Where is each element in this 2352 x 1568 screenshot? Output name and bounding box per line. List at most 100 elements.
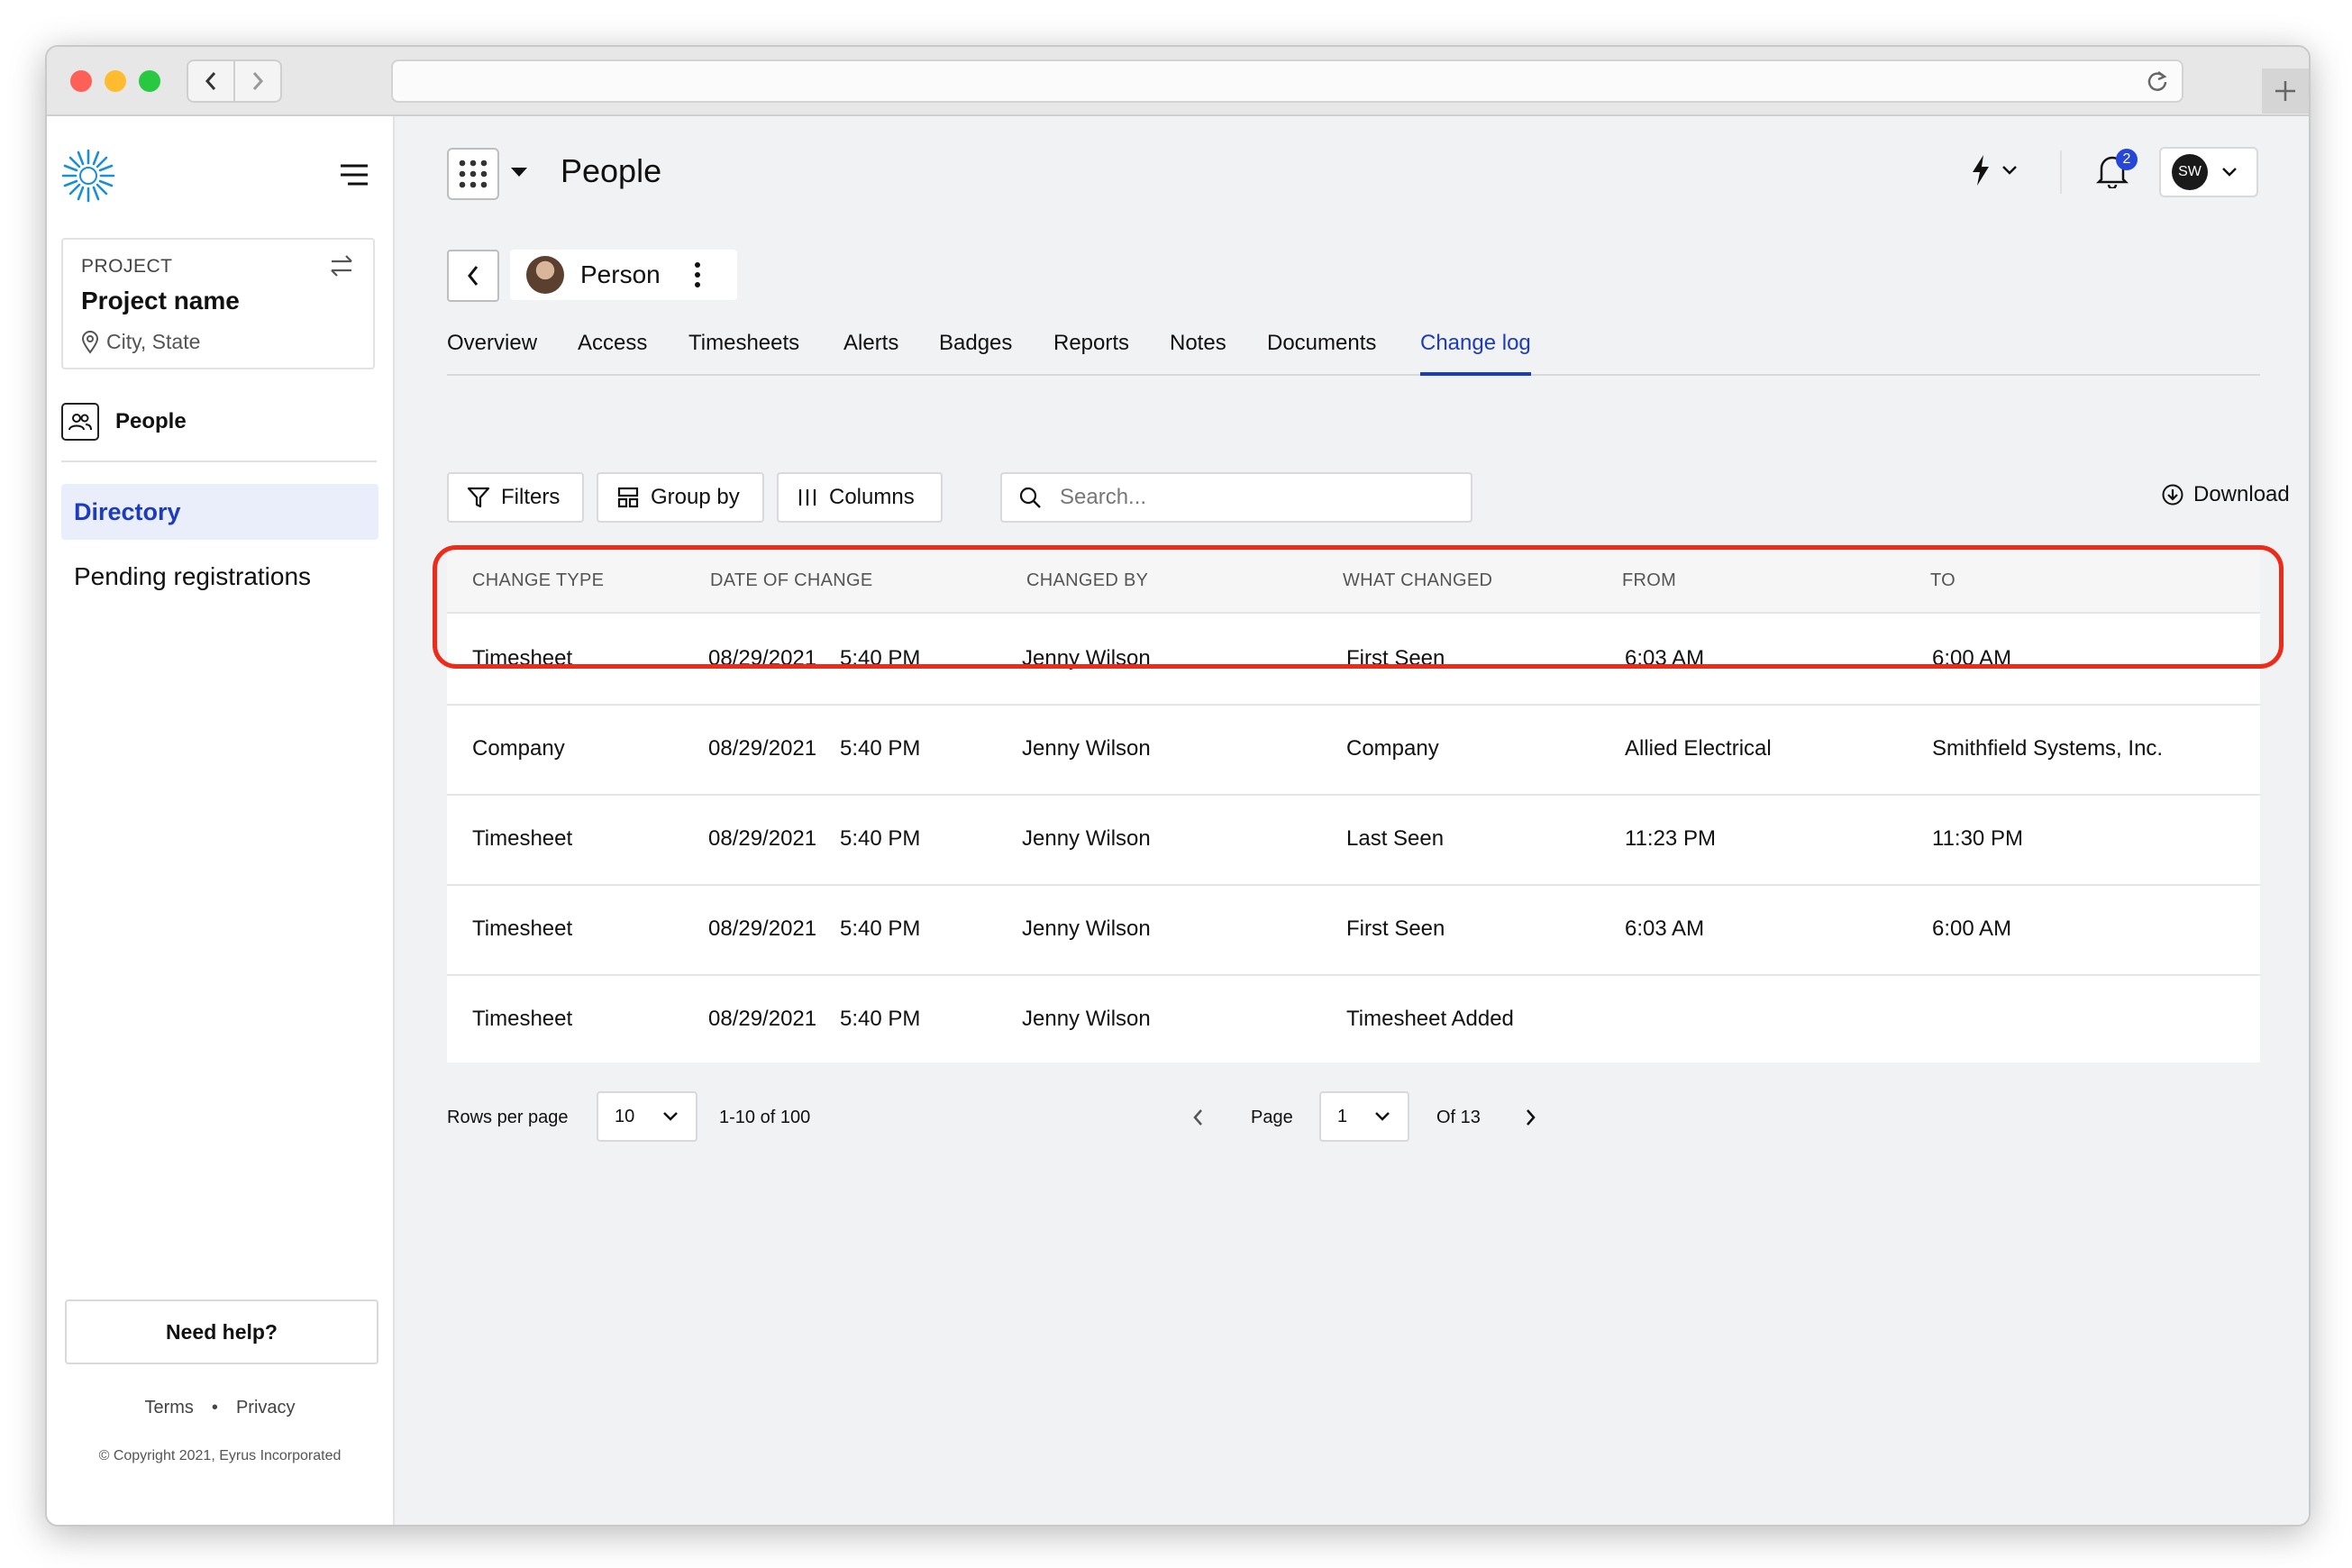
- cell-time: 5:40 PM: [840, 916, 921, 941]
- cell-time: 5:40 PM: [840, 826, 921, 851]
- columns-icon: [798, 489, 816, 506]
- column-header-change-type[interactable]: CHANGE TYPE: [472, 570, 604, 591]
- swap-icon: [331, 255, 352, 277]
- user-menu-button[interactable]: SW: [2159, 147, 2258, 197]
- new-tab-button[interactable]: [2262, 68, 2309, 114]
- filter-icon: [467, 487, 490, 508]
- cell-changed-by: Jenny Wilson: [1022, 1007, 1151, 1031]
- search-input[interactable]: [1058, 484, 1440, 511]
- cell-time: 5:40 PM: [840, 1007, 921, 1031]
- project-switcher[interactable]: PROJECT Project name City, State: [61, 238, 375, 369]
- group-by-label: Group by: [651, 485, 740, 509]
- tab-change-log[interactable]: Change log: [1420, 331, 1531, 376]
- table-header: CHANGE TYPE DATE OF CHANGE CHANGED BY WH…: [447, 547, 2260, 614]
- reload-icon[interactable]: [2146, 69, 2169, 93]
- tab-timesheets[interactable]: Timesheets: [688, 331, 799, 372]
- download-icon: [2162, 484, 2183, 506]
- privacy-link[interactable]: Privacy: [236, 1398, 296, 1418]
- tab-documents[interactable]: Documents: [1267, 331, 1376, 372]
- column-header-what-changed[interactable]: WHAT CHANGED: [1343, 570, 1492, 591]
- terms-link[interactable]: Terms: [144, 1398, 193, 1418]
- cell-changed-by: Jenny Wilson: [1022, 916, 1151, 941]
- chevron-down-icon: [1375, 1112, 1390, 1121]
- switch-project-button[interactable]: [328, 252, 355, 284]
- column-header-changed-by[interactable]: CHANGED BY: [1026, 570, 1148, 591]
- table-row[interactable]: Timesheet 08/29/2021 5:40 PM Jenny Wilso…: [447, 974, 2260, 1064]
- sidebar-item-pending-registrations[interactable]: Pending registrations: [74, 562, 311, 591]
- cell-what-changed: Company: [1346, 736, 1439, 761]
- project-location-text: City, State: [106, 330, 201, 353]
- table-row[interactable]: Timesheet 08/29/2021 5:40 PM Jenny Wilso…: [447, 884, 2260, 976]
- close-window-button[interactable]: [70, 70, 92, 92]
- cell-change-type: Timesheet: [472, 1007, 573, 1031]
- browser-nav: [187, 59, 282, 103]
- more-options-button[interactable]: [694, 262, 700, 287]
- next-page-button[interactable]: [1523, 1106, 1537, 1134]
- back-button[interactable]: [447, 250, 499, 302]
- need-help-button[interactable]: Need help?: [65, 1299, 378, 1364]
- cell-date: 08/29/2021: [708, 1007, 817, 1031]
- person-name: Person: [580, 260, 661, 288]
- download-button[interactable]: Download: [2161, 482, 2290, 507]
- cell-changed-by: Jenny Wilson: [1022, 826, 1151, 851]
- cell-changed-by: Jenny Wilson: [1022, 736, 1151, 761]
- group-by-button[interactable]: Group by: [597, 472, 764, 523]
- cell-change-type: Timesheet: [472, 826, 573, 851]
- page-title: People: [561, 152, 662, 189]
- rows-per-page-label: Rows per page: [447, 1108, 569, 1127]
- maximize-window-button[interactable]: [139, 70, 160, 92]
- previous-page-button[interactable]: [1191, 1106, 1206, 1134]
- browser-forward-button[interactable]: [235, 61, 280, 101]
- caret-down-icon: [511, 168, 527, 177]
- cell-from: 11:23 PM: [1625, 826, 1716, 851]
- kebab-dot-icon: [694, 262, 700, 268]
- minimize-window-button[interactable]: [105, 70, 126, 92]
- columns-button[interactable]: Columns: [777, 472, 943, 523]
- tab-notes[interactable]: Notes: [1170, 331, 1226, 372]
- tab-reports[interactable]: Reports: [1053, 331, 1129, 372]
- plus-icon: [2275, 81, 2295, 101]
- browser-window: PROJECT Project name City, State People …: [45, 45, 2311, 1527]
- page-select[interactable]: 1: [1319, 1091, 1409, 1142]
- location-pin-icon: [81, 330, 99, 354]
- rows-per-page-select[interactable]: 10: [597, 1091, 697, 1142]
- menu-toggle-button[interactable]: [339, 163, 369, 191]
- legal-links: Terms • Privacy: [47, 1398, 393, 1418]
- filters-button[interactable]: Filters: [447, 472, 584, 523]
- cell-to: 6:00 AM: [1932, 916, 2012, 941]
- avatar: SW: [2172, 154, 2208, 190]
- group-icon: [617, 487, 639, 508]
- column-header-from[interactable]: FROM: [1622, 570, 1676, 591]
- table-row[interactable]: Timesheet 08/29/2021 5:40 PM Jenny Wilso…: [447, 794, 2260, 886]
- cell-time: 5:40 PM: [840, 736, 921, 761]
- tab-overview[interactable]: Overview: [447, 331, 537, 372]
- chevron-down-icon: [663, 1112, 678, 1121]
- chevron-down-icon: [2002, 166, 2017, 175]
- pagination: Rows per page 10 1-10 of 100 Page 1 Of 1…: [447, 1091, 2260, 1145]
- address-bar[interactable]: [391, 59, 2183, 103]
- chevron-left-icon: [1193, 1109, 1202, 1126]
- sidebar-section-people[interactable]: People: [61, 403, 187, 441]
- sidebar: PROJECT Project name City, State People …: [47, 116, 395, 1525]
- brand-logo[interactable]: [61, 149, 115, 207]
- project-location: City, State: [81, 330, 200, 354]
- page-total: Of 13: [1436, 1108, 1481, 1127]
- browser-titlebar: [47, 47, 2309, 116]
- search-field[interactable]: [1000, 472, 1472, 523]
- table-row[interactable]: Company 08/29/2021 5:40 PM Jenny Wilson …: [447, 704, 2260, 796]
- person-avatar: [526, 256, 564, 294]
- tab-alerts[interactable]: Alerts: [843, 331, 898, 372]
- app-switcher-button[interactable]: [447, 148, 499, 200]
- column-header-to[interactable]: TO: [1930, 570, 1955, 591]
- cell-date: 08/29/2021: [708, 826, 817, 851]
- chevron-down-icon: [2222, 168, 2237, 177]
- sidebar-item-directory[interactable]: Directory: [61, 484, 378, 540]
- app-switcher-dropdown[interactable]: [510, 166, 528, 183]
- column-header-date-of-change[interactable]: DATE OF CHANGE: [710, 570, 873, 591]
- columns-label: Columns: [829, 485, 915, 509]
- tab-badges[interactable]: Badges: [939, 331, 1012, 372]
- tab-access[interactable]: Access: [578, 331, 647, 372]
- browser-back-button[interactable]: [188, 61, 235, 101]
- table-row[interactable]: Timesheet 08/29/2021 5:40 PM Jenny Wilso…: [447, 614, 2260, 706]
- quick-actions-button[interactable]: [1970, 154, 2019, 187]
